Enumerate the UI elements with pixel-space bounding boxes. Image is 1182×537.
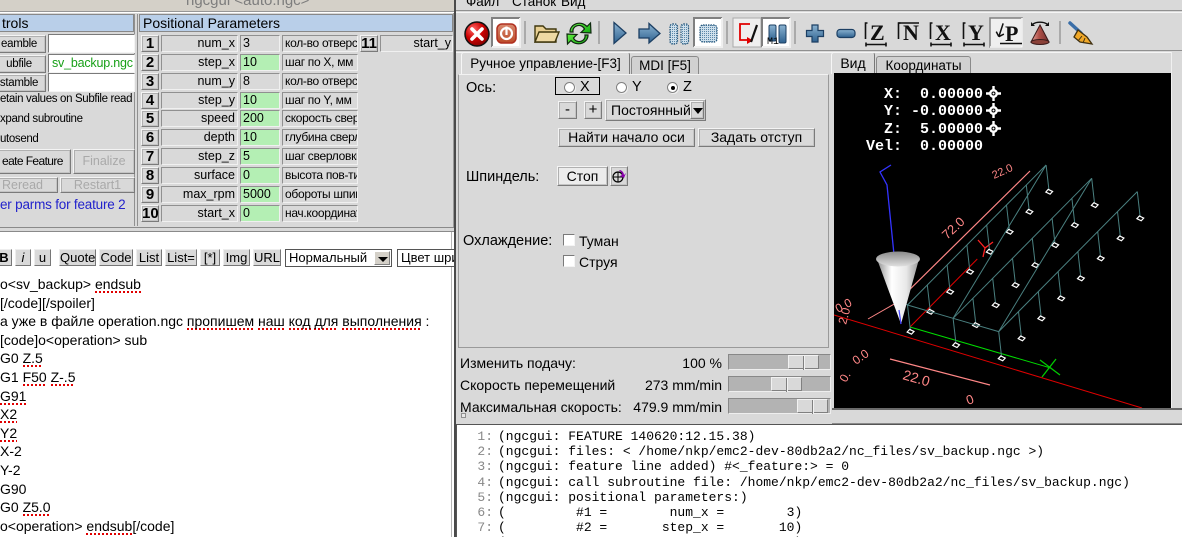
svg-text:72.0: 72.0 — [939, 214, 968, 242]
svg-text:X: X — [935, 20, 951, 45]
svg-text:P: P — [1005, 21, 1018, 46]
svg-text:Z: Z — [870, 20, 885, 45]
svg-text:22.0: 22.0 — [901, 367, 932, 390]
svg-text:0.: 0. — [836, 369, 853, 385]
svg-text:22.0: 22.0 — [990, 162, 1014, 182]
svg-text:0.0: 0.0 — [850, 346, 872, 367]
svg-text:Y: Y — [968, 20, 984, 45]
svg-text:0: 0 — [964, 391, 976, 408]
svg-text:M1: M1 — [767, 37, 779, 48]
